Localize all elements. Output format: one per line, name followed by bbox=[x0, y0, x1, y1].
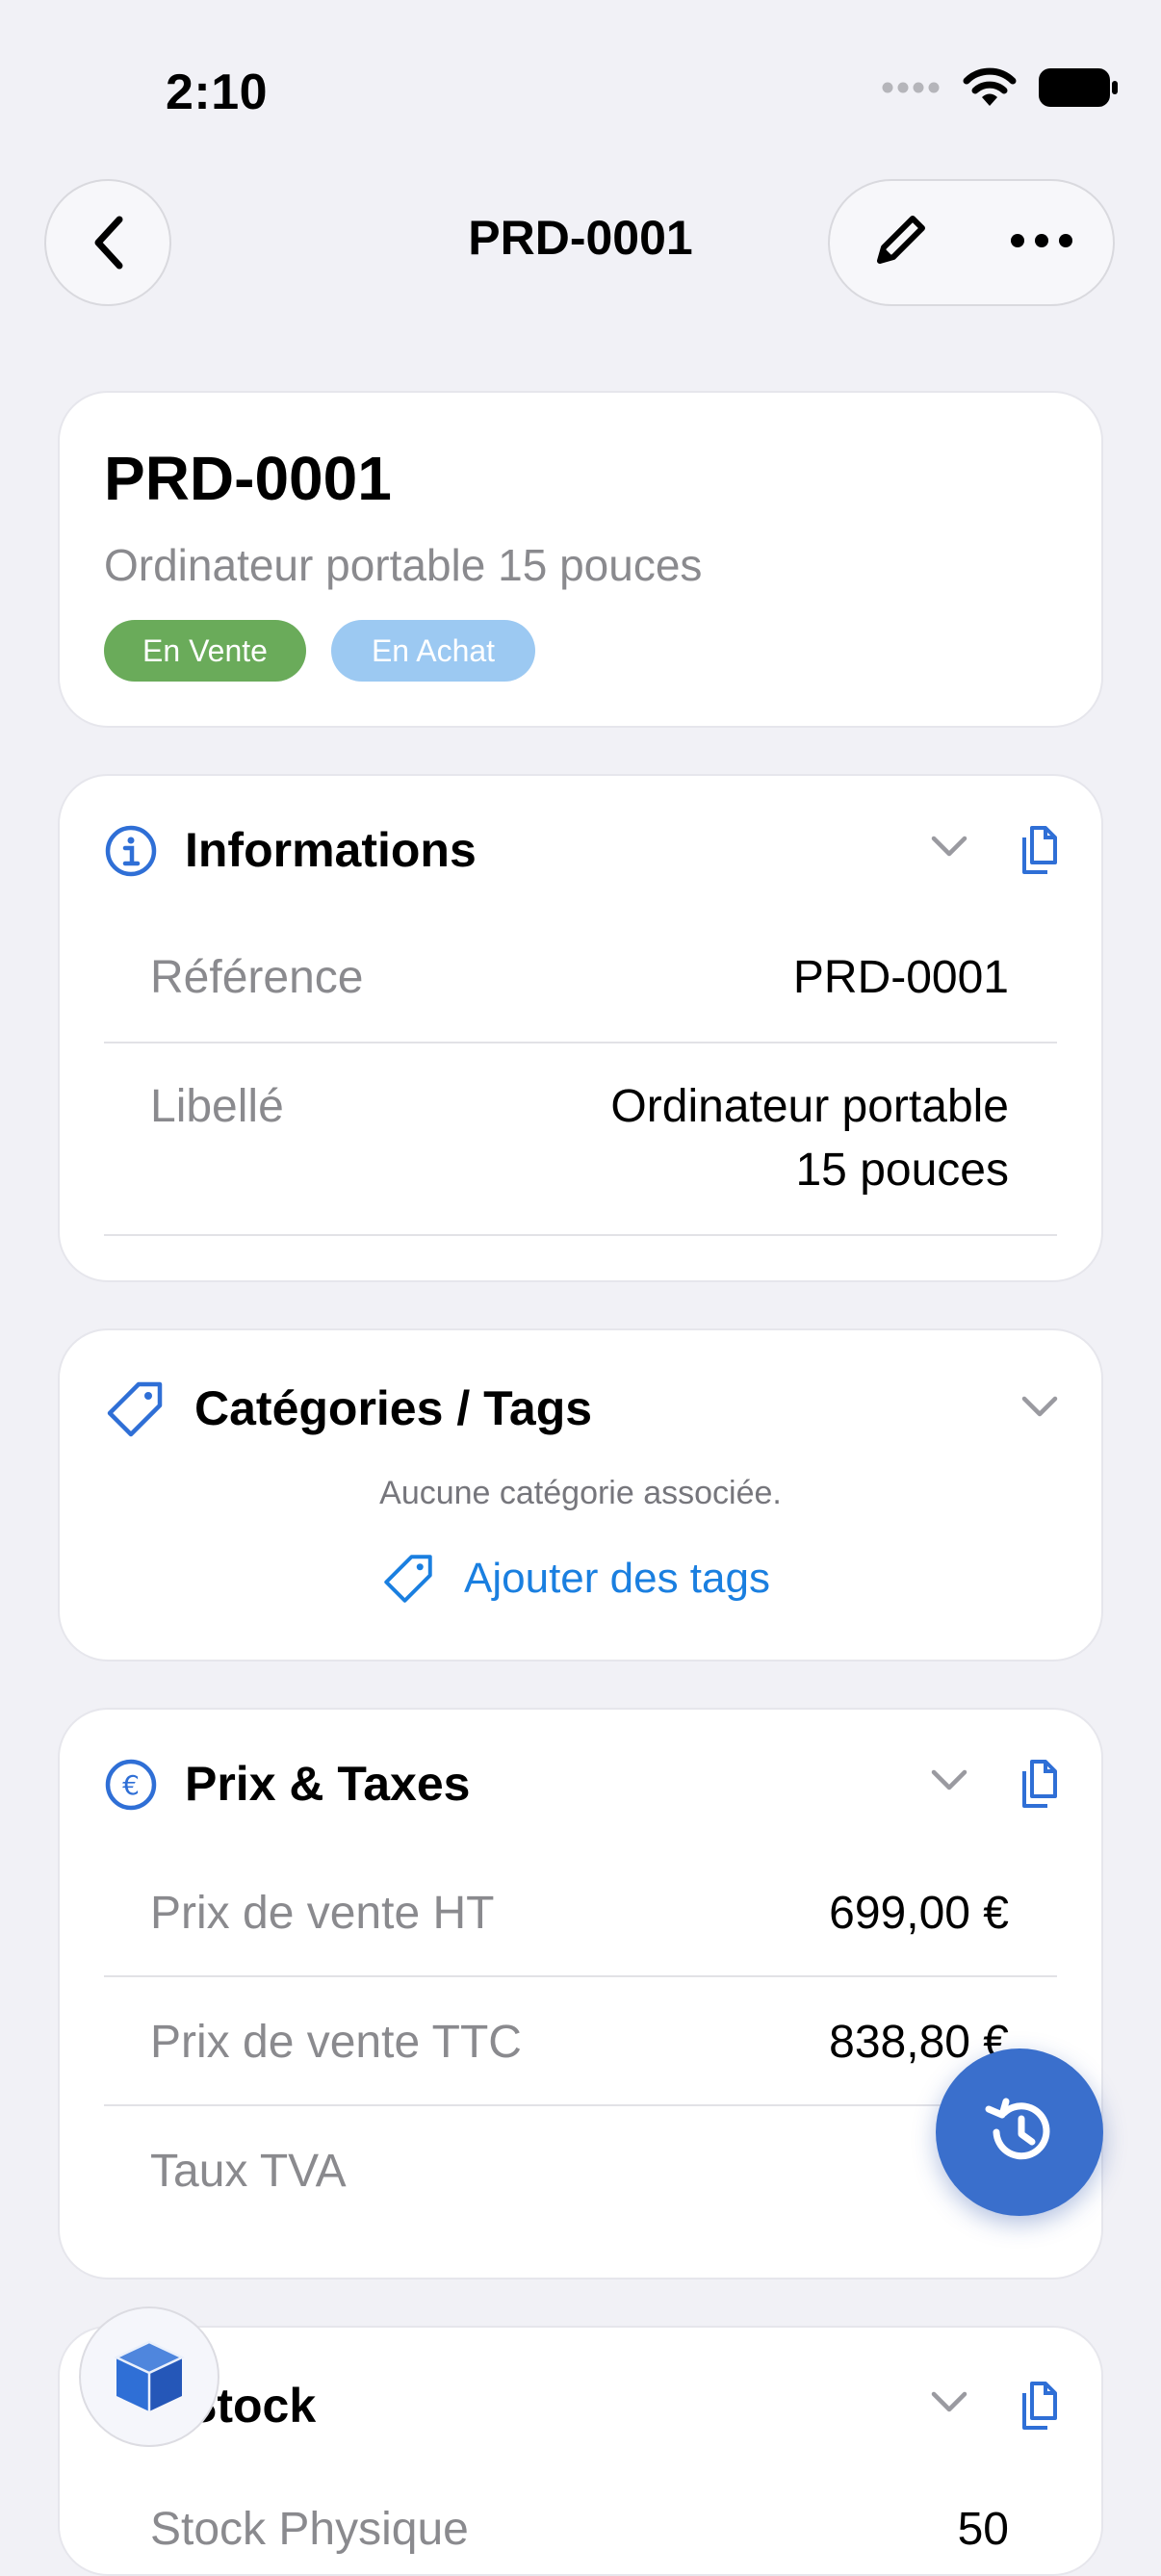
price-ht-value: 699,00 € bbox=[829, 1888, 1009, 1939]
tva-label: Taux TVA bbox=[150, 2146, 347, 2197]
info-icon bbox=[105, 825, 157, 877]
prices-title: Prix & Taxes bbox=[185, 1757, 471, 1811]
tag-icon bbox=[384, 1555, 432, 1603]
libelle-value-line1: Ordinateur portable bbox=[610, 1081, 1009, 1132]
wifi-icon bbox=[963, 67, 1017, 106]
history-fab[interactable] bbox=[936, 2048, 1103, 2216]
more-button[interactable] bbox=[1010, 233, 1073, 253]
categories-title: Catégories / Tags bbox=[194, 1381, 593, 1435]
chevron-down-icon[interactable] bbox=[930, 834, 968, 859]
product-subtitle: Ordinateur portable 15 pouces bbox=[104, 540, 703, 590]
divider bbox=[104, 1042, 1057, 1043]
more-icon bbox=[1010, 233, 1072, 247]
history-icon bbox=[985, 2098, 1050, 2160]
tag-icon bbox=[107, 1381, 163, 1437]
divider bbox=[104, 1234, 1057, 1236]
categories-empty-text: Aucune catégorie associée. bbox=[379, 1475, 782, 1511]
stock-physique-value: 50 bbox=[957, 2504, 1009, 2555]
chevron-down-icon[interactable] bbox=[930, 2389, 968, 2414]
informations-title: Informations bbox=[185, 823, 477, 877]
svg-text:€: € bbox=[122, 1769, 140, 1801]
copy-icon[interactable] bbox=[1015, 1758, 1061, 1810]
badge-en-achat: En Achat bbox=[331, 620, 535, 682]
reference-label: Référence bbox=[150, 952, 364, 1003]
stock-physique-label: Stock Physique bbox=[150, 2504, 469, 2555]
battery-icon bbox=[1039, 68, 1118, 107]
edit-button[interactable] bbox=[870, 211, 930, 275]
chevron-down-icon[interactable] bbox=[930, 1767, 968, 1792]
divider bbox=[104, 2104, 1057, 2106]
copy-icon[interactable] bbox=[1015, 2380, 1061, 2432]
cube-icon bbox=[114, 2340, 185, 2411]
euro-icon: € bbox=[105, 1759, 157, 1811]
reference-value: PRD-0001 bbox=[792, 952, 1009, 1003]
price-ht-label: Prix de vente HT bbox=[150, 1888, 495, 1939]
prices-card: € Prix & Taxes Prix de vente HT 699,00 €… bbox=[58, 1708, 1103, 2280]
signal-icon bbox=[882, 82, 940, 93]
add-tags-button[interactable]: Ajouter des tags bbox=[381, 1552, 770, 1606]
chevron-down-icon[interactable] bbox=[1020, 1394, 1059, 1419]
categories-card: Catégories / Tags Aucune catégorie assoc… bbox=[58, 1328, 1103, 1662]
nav-actions bbox=[828, 179, 1115, 306]
stock-shortcut-button[interactable] bbox=[79, 2306, 219, 2447]
copy-icon[interactable] bbox=[1015, 824, 1061, 876]
divider bbox=[104, 1975, 1057, 1977]
product-header-card: PRD-0001 Ordinateur portable 15 pouces E… bbox=[58, 391, 1103, 728]
badge-en-vente: En Vente bbox=[104, 620, 306, 682]
pencil-icon bbox=[876, 215, 925, 264]
libelle-label: Libellé bbox=[150, 1081, 284, 1132]
product-title: PRD-0001 bbox=[104, 444, 392, 513]
status-icons bbox=[882, 67, 1119, 108]
status-time: 2:10 bbox=[166, 64, 269, 120]
price-ttc-label: Prix de vente TTC bbox=[150, 2017, 522, 2068]
informations-card: Informations Référence PRD-0001 Libellé … bbox=[58, 774, 1103, 1282]
libelle-value-line2: 15 pouces bbox=[795, 1145, 1009, 1196]
add-tags-label: Ajouter des tags bbox=[464, 1555, 770, 1602]
